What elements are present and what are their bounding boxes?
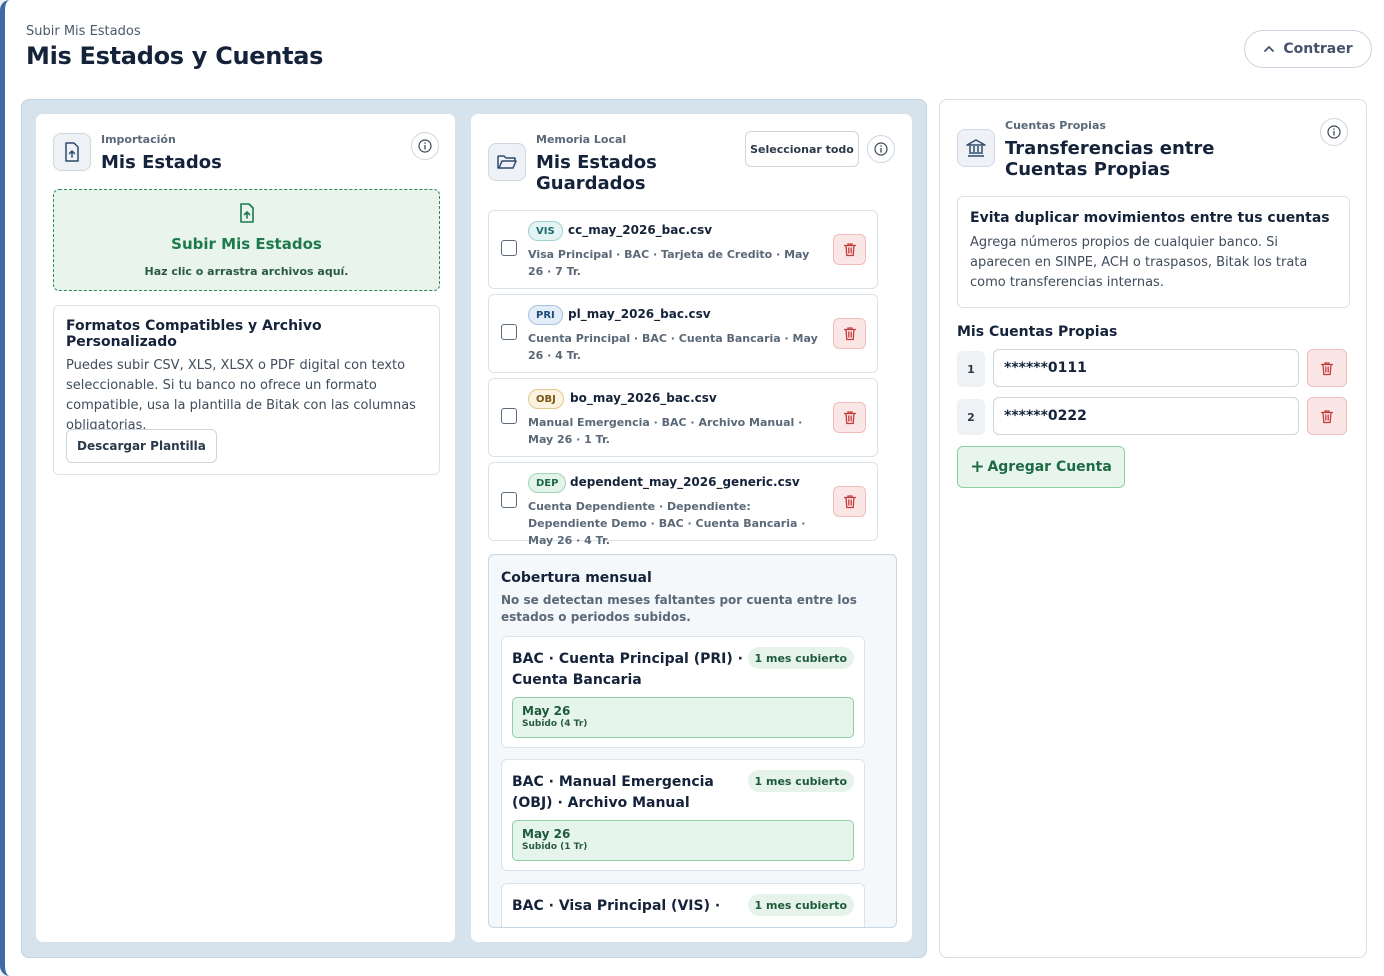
file-meta: Cuenta Dependiente · Dependiente: Depend… (528, 500, 806, 547)
collapse-button[interactable]: Contraer (1244, 30, 1372, 68)
import-eyebrow: Importación (101, 133, 176, 146)
coverage-account: BAC · Cuenta Principal (PRI) · Cuenta Ba… (512, 651, 743, 688)
delete-account-button[interactable] (1307, 397, 1347, 435)
delete-file-button[interactable] (833, 234, 866, 265)
notice-text: Agrega números propios de cualquier banc… (970, 235, 1308, 290)
saved-eyebrow: Memoria Local (536, 133, 627, 146)
delete-file-button[interactable] (833, 402, 866, 433)
month-status: Subido (1 Tr) (522, 842, 588, 852)
coverage-card: BAC · Visa Principal (VIS) · 1 mes cubie… (501, 883, 865, 927)
account-tag: PRI (528, 305, 563, 325)
upload-dropzone[interactable]: Subir Mis Estados Haz clic o arrastra ar… (53, 189, 440, 291)
info-icon (874, 142, 888, 156)
trash-icon (1320, 361, 1334, 375)
formats-info-box: Formatos Compatibles y Archivo Personali… (53, 305, 440, 475)
file-name: cc_may_2026_bac.csv (568, 223, 713, 237)
trash-icon (843, 495, 856, 509)
file-name: bo_may_2026_bac.csv (570, 391, 717, 405)
file-upload-icon (240, 203, 254, 223)
file-checkbox[interactable] (501, 240, 517, 256)
account-tag: OBJ (528, 389, 564, 409)
import-title: Mis Estados (101, 152, 222, 173)
coverage-badge: 1 mes cubierto (747, 770, 854, 792)
duplicate-notice: Evita duplicar movimientos entre tus cue… (957, 196, 1350, 308)
saved-info-button[interactable] (867, 135, 895, 163)
saved-statements-panel: Memoria Local Mis Estados Guardados Sele… (470, 113, 913, 943)
chevron-up-icon (1264, 45, 1275, 52)
transfers-title: Transferencias entre Cuentas Propias (1005, 138, 1215, 180)
delete-account-button[interactable] (1307, 349, 1347, 387)
coverage-badge: 1 mes cubierto (747, 647, 854, 669)
file-checkbox[interactable] (501, 408, 517, 424)
coverage-account: BAC · Manual Emergencia (OBJ) · Archivo … (512, 774, 714, 811)
saved-title: Mis Estados Guardados (536, 152, 657, 194)
account-tag: DEP (528, 473, 567, 493)
info-icon (1327, 125, 1341, 139)
download-template-button[interactable]: Descargar Plantilla (66, 429, 217, 463)
file-meta: Cuenta Principal · BAC · Cuenta Bancaria… (528, 332, 818, 362)
file-meta: Manual Emergencia · BAC · Archivo Manual… (528, 416, 803, 446)
page-title: Mis Estados y Cuentas (26, 42, 324, 70)
info-icon (418, 139, 432, 153)
own-accounts-panel: Cuentas Propias Transferencias entre Cue… (939, 99, 1367, 958)
coverage-account: BAC · Visa Principal (VIS) · (512, 898, 721, 914)
bank-icon (957, 129, 995, 167)
coverage-card: BAC · Manual Emergencia (OBJ) · Archivo … (501, 759, 865, 871)
file-checkbox[interactable] (501, 492, 517, 508)
month-label: May 26 (522, 827, 571, 841)
add-account-label: Agregar Cuenta (987, 459, 1112, 475)
own-accounts-label: Mis Cuentas Propias (957, 324, 1118, 340)
trash-icon (843, 411, 856, 425)
delete-file-button[interactable] (833, 486, 866, 517)
month-label: May 26 (522, 704, 571, 718)
trash-icon (843, 243, 856, 257)
formats-text: Puedes subir CSV, XLS, XLSX o PDF digita… (66, 358, 416, 433)
account-index: 2 (957, 399, 985, 435)
file-meta: Visa Principal · BAC · Tarjeta de Credit… (528, 248, 810, 278)
trash-icon (1320, 409, 1334, 423)
formats-title: Formatos Compatibles y Archivo Personali… (66, 318, 322, 350)
notice-title: Evita duplicar movimientos entre tus cue… (970, 210, 1330, 226)
trash-icon (843, 327, 856, 341)
statement-file-card: VIS cc_may_2026_bac.csv Visa Principal ·… (488, 210, 878, 289)
own-account-row: 1 (957, 349, 1349, 387)
account-number-input[interactable] (993, 397, 1299, 435)
statement-file-card: PRI pl_may_2026_bac.csv Cuenta Principal… (488, 294, 878, 373)
coverage-badge: 1 mes cubierto (747, 894, 854, 916)
account-index: 1 (957, 351, 985, 387)
file-name: dependent_may_2026_generic.csv (570, 475, 800, 489)
account-number-input[interactable] (993, 349, 1299, 387)
account-tag: VIS (528, 221, 563, 241)
month-status: Subido (4 Tr) (522, 719, 588, 729)
import-panel: Importación Mis Estados Subir Mis Estado… (35, 113, 456, 943)
coverage-card: BAC · Cuenta Principal (PRI) · Cuenta Ba… (501, 636, 865, 748)
collapse-label: Contraer (1283, 41, 1353, 57)
select-all-button[interactable]: Seleccionar todo (745, 131, 859, 167)
transfers-eyebrow: Cuentas Propias (1005, 119, 1106, 132)
file-upload-icon (53, 133, 91, 171)
own-account-row: 2 (957, 397, 1349, 435)
transfers-info-button[interactable] (1320, 118, 1348, 146)
file-name: pl_may_2026_bac.csv (568, 307, 711, 321)
coverage-description: No se detectan meses faltantes por cuent… (501, 593, 857, 624)
coverage-month: May 26 Subido (4 Tr) (512, 697, 854, 738)
add-account-button[interactable]: + Agregar Cuenta (957, 446, 1125, 488)
monthly-coverage: Cobertura mensual No se detectan meses f… (488, 554, 897, 928)
folder-icon (488, 143, 526, 181)
breadcrumb: Subir Mis Estados (26, 24, 141, 39)
file-checkbox[interactable] (501, 324, 517, 340)
plus-icon: + (970, 457, 985, 477)
statement-file-card: OBJ bo_may_2026_bac.csv Manual Emergenci… (488, 378, 878, 457)
statement-file-card: DEP dependent_may_2026_generic.csv Cuent… (488, 462, 878, 547)
coverage-month: May 26 Subido (1 Tr) (512, 820, 854, 861)
dropzone-title: Subir Mis Estados (171, 235, 322, 253)
delete-file-button[interactable] (833, 318, 866, 349)
dropzone-hint: Haz clic o arrastra archivos aquí. (144, 265, 349, 278)
import-info-button[interactable] (411, 132, 439, 160)
coverage-title: Cobertura mensual (501, 570, 652, 586)
